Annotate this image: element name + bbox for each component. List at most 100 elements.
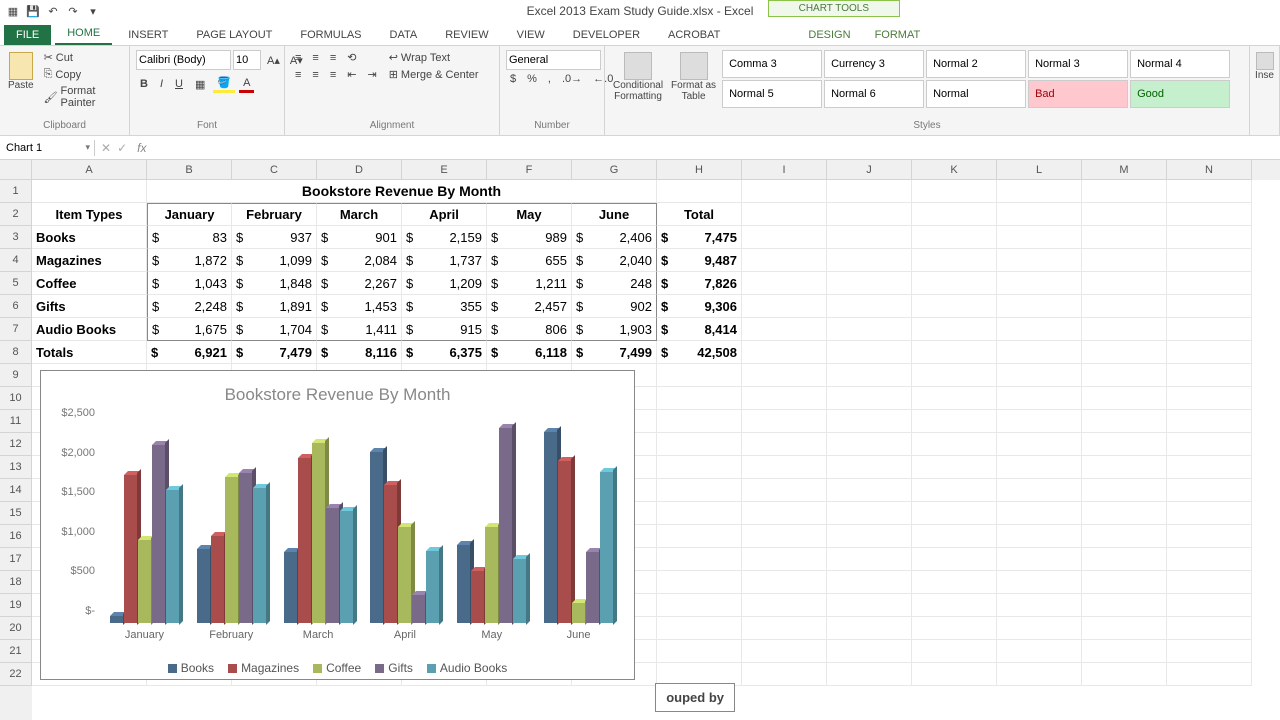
cell[interactable] (1167, 433, 1252, 456)
cell[interactable] (657, 410, 742, 433)
legend-item[interactable]: Coffee (313, 661, 361, 675)
bar[interactable] (370, 452, 383, 623)
bar-group[interactable] (448, 425, 535, 623)
cell[interactable]: February (232, 203, 317, 226)
bar[interactable] (110, 616, 123, 623)
bar[interactable] (340, 511, 353, 623)
row-header[interactable]: 16 (0, 525, 32, 548)
cell[interactable] (1082, 180, 1167, 203)
cell[interactable] (1082, 364, 1167, 387)
bar[interactable] (558, 461, 571, 623)
cell[interactable]: $9,306 (657, 295, 742, 318)
row-header[interactable]: 15 (0, 502, 32, 525)
cell[interactable]: Totals (32, 341, 147, 364)
cell[interactable] (1082, 295, 1167, 318)
cell[interactable] (742, 640, 827, 663)
style-good[interactable]: Good (1130, 80, 1230, 108)
cell[interactable] (997, 502, 1082, 525)
cell[interactable] (912, 387, 997, 410)
cell[interactable]: $1,872 (147, 249, 232, 272)
fx-icon[interactable]: fx (133, 141, 150, 155)
format-as-table-button[interactable]: Format as Table (669, 50, 718, 104)
cell[interactable]: $902 (572, 295, 657, 318)
font-size-input[interactable] (233, 50, 261, 70)
align-bottom-icon[interactable]: ≡ (326, 50, 340, 65)
cell[interactable] (657, 594, 742, 617)
cell[interactable] (912, 479, 997, 502)
cell[interactable]: $2,159 (402, 226, 487, 249)
select-all-corner[interactable] (0, 160, 32, 180)
cell[interactable]: $1,848 (232, 272, 317, 295)
cell[interactable]: $355 (402, 295, 487, 318)
cancel-formula-icon[interactable]: ✕ (101, 141, 111, 155)
cell[interactable] (912, 640, 997, 663)
number-format-select[interactable] (506, 50, 601, 70)
cell[interactable] (912, 456, 997, 479)
wrap-text-button[interactable]: ↩Wrap Text (385, 50, 483, 65)
cell[interactable] (1082, 272, 1167, 295)
cell[interactable] (1082, 341, 1167, 364)
cell[interactable] (997, 295, 1082, 318)
cell[interactable] (742, 364, 827, 387)
cell[interactable] (997, 571, 1082, 594)
enter-formula-icon[interactable]: ✓ (117, 141, 127, 155)
cell[interactable] (742, 410, 827, 433)
tab-developer[interactable]: DEVELOPER (561, 25, 652, 45)
cell[interactable] (1082, 479, 1167, 502)
cell[interactable] (1167, 364, 1252, 387)
cell[interactable] (827, 318, 912, 341)
insert-button[interactable]: Inse (1256, 50, 1273, 83)
bar[interactable] (586, 552, 599, 623)
row-header[interactable]: 14 (0, 479, 32, 502)
legend-item[interactable]: Magazines (228, 661, 299, 675)
bar[interactable] (572, 603, 585, 623)
copy-button[interactable]: ⎘Copy (40, 67, 123, 82)
cell[interactable]: $83 (147, 226, 232, 249)
cell[interactable] (1082, 502, 1167, 525)
column-header[interactable]: D (317, 160, 402, 180)
cell[interactable] (912, 203, 997, 226)
bar[interactable] (513, 559, 526, 623)
row-header[interactable]: 1 (0, 180, 32, 203)
cell[interactable] (32, 180, 147, 203)
cell[interactable]: $8,414 (657, 318, 742, 341)
cell[interactable] (912, 410, 997, 433)
cell[interactable] (997, 249, 1082, 272)
cell[interactable] (997, 479, 1082, 502)
cell[interactable]: $7,475 (657, 226, 742, 249)
bar[interactable] (471, 571, 484, 623)
cell[interactable] (997, 525, 1082, 548)
cell[interactable] (912, 502, 997, 525)
cell[interactable] (827, 341, 912, 364)
bar-group[interactable] (535, 425, 622, 623)
bar[interactable] (312, 443, 325, 623)
cell[interactable]: $1,211 (487, 272, 572, 295)
italic-button[interactable]: I (156, 75, 167, 93)
cell[interactable] (1167, 479, 1252, 502)
cell[interactable]: $248 (572, 272, 657, 295)
cell[interactable] (657, 571, 742, 594)
cell[interactable] (827, 226, 912, 249)
cell[interactable] (827, 295, 912, 318)
row-header[interactable]: 7 (0, 318, 32, 341)
cell[interactable] (1082, 617, 1167, 640)
cell[interactable] (912, 341, 997, 364)
cell[interactable]: $2,457 (487, 295, 572, 318)
bar[interactable] (426, 551, 439, 623)
cell[interactable]: Audio Books (32, 318, 147, 341)
decrease-indent-icon[interactable]: ⇤ (343, 67, 360, 82)
cell[interactable]: Coffee (32, 272, 147, 295)
cell[interactable] (1167, 318, 1252, 341)
cell[interactable]: Gifts (32, 295, 147, 318)
style-normal3[interactable]: Normal 3 (1028, 50, 1128, 78)
cell[interactable] (997, 548, 1082, 571)
conditional-formatting-button[interactable]: Conditional Formatting (611, 50, 665, 104)
column-header[interactable]: I (742, 160, 827, 180)
tab-view[interactable]: VIEW (505, 25, 557, 45)
cell[interactable] (742, 548, 827, 571)
cell[interactable] (657, 525, 742, 548)
cell[interactable] (912, 318, 997, 341)
font-name-input[interactable] (136, 50, 231, 70)
column-header[interactable]: E (402, 160, 487, 180)
bar[interactable] (253, 488, 266, 623)
